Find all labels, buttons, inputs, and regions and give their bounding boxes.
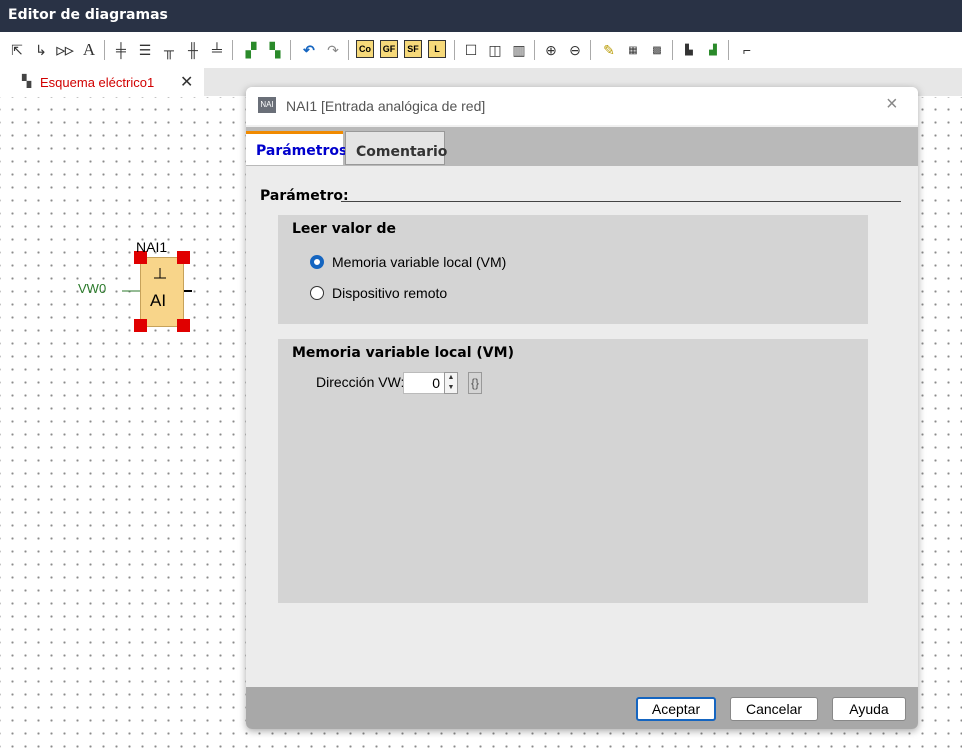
window-title: Editor de diagramas (8, 7, 168, 23)
vw-address-input[interactable]: 0 (403, 372, 445, 394)
local-vm-title: Memoria variable local (VM) (292, 345, 514, 361)
resize-handle[interactable] (177, 319, 190, 332)
align-top-icon[interactable]: ╥ (158, 40, 180, 60)
block-input-label: VW0 (78, 281, 107, 296)
parameters-dialog: NAI NAI1 [Entrada analógica de red] × Pa… (246, 87, 918, 729)
block-type-label: AI (150, 291, 167, 310)
redo-icon[interactable]: ↷ (322, 40, 344, 60)
resize-handle[interactable] (134, 319, 147, 332)
close-tab-icon[interactable]: ✕ (180, 72, 193, 92)
table-icon[interactable]: ▩ (646, 40, 668, 60)
radio-remote-device-label[interactable]: Dispositivo remoto (332, 285, 447, 301)
dialog-title: NAI1 [Entrada analógica de red] (286, 98, 486, 114)
close-icon[interactable]: × (886, 93, 898, 116)
radio-remote-device[interactable] (310, 286, 324, 300)
tab-esquema-electrico[interactable]: ▚ Esquema eléctrico1 ✕ (0, 68, 204, 97)
tab-parametros[interactable]: Parámetros (246, 131, 347, 165)
l-icon[interactable]: L (428, 40, 446, 58)
toolbar-separator (672, 40, 673, 60)
toolbar-separator (348, 40, 349, 60)
align-center-icon[interactable]: ☰ (134, 40, 156, 60)
network-icon[interactable]: ▟ (702, 40, 724, 60)
toolbar-separator (232, 40, 233, 60)
accept-button[interactable]: Aceptar (636, 697, 716, 721)
co-icon[interactable]: Co (356, 40, 374, 58)
diagram-icon: ▚ (22, 74, 32, 88)
undo-icon[interactable]: ↶ (298, 40, 320, 60)
address-browse-icon[interactable]: {} (468, 372, 482, 394)
grid-numbers-icon[interactable]: ▦ (622, 40, 644, 60)
connect-icon[interactable]: ↳ (30, 40, 52, 60)
zoom-in-icon[interactable]: ⊕ (540, 40, 562, 60)
toolbar-separator (454, 40, 455, 60)
step-icon[interactable]: ⌐ (736, 40, 758, 60)
align-middle-icon[interactable]: ╫ (182, 40, 204, 60)
dialog-tabs: Parámetros Comentario (246, 127, 918, 166)
block-icon[interactable]: ▷▷ (54, 40, 76, 60)
toolbar-separator (290, 40, 291, 60)
sf-icon[interactable]: SF (404, 40, 422, 58)
vw-address-label: Dirección VW: (316, 374, 405, 390)
select-pointer-icon[interactable]: ⇱ (6, 40, 28, 60)
bring-front-icon[interactable]: ▞ (240, 40, 262, 60)
block-name: NAI1 (136, 239, 168, 255)
align-bottom-icon[interactable]: ╧ (206, 40, 228, 60)
network-symbol-icon (154, 268, 166, 279)
three-columns-icon[interactable]: ▥ (508, 40, 530, 60)
cancel-button[interactable]: Cancelar (730, 697, 818, 721)
align-left-icon[interactable]: ╪ (110, 40, 132, 60)
radio-local-vm-label[interactable]: Memoria variable local (VM) (332, 254, 506, 270)
tab-label: Esquema eléctrico1 (40, 75, 155, 90)
group-divider (341, 201, 901, 202)
zoom-out-icon[interactable]: ⊖ (564, 40, 586, 60)
simulate-icon[interactable]: ▙ (678, 40, 700, 60)
dialog-title-bar: NAI NAI1 [Entrada analógica de red] × (246, 87, 918, 125)
toolbar-separator (728, 40, 729, 60)
edit-pen-icon[interactable]: ✎ (598, 40, 620, 60)
toolbar-separator (104, 40, 105, 60)
single-column-icon[interactable]: ☐ (460, 40, 482, 60)
read-value-section: Leer valor de Memoria variable local (VM… (278, 215, 868, 324)
dialog-footer: Aceptar Cancelar Ayuda (246, 687, 918, 729)
resize-handle[interactable] (177, 251, 190, 264)
two-columns-icon[interactable]: ◫ (484, 40, 506, 60)
gf-icon[interactable]: GF (380, 40, 398, 58)
text-icon[interactable]: A (78, 40, 100, 60)
block-type-icon: NAI (258, 97, 276, 113)
read-value-title: Leer valor de (292, 221, 396, 237)
toolbar-separator (534, 40, 535, 60)
help-button[interactable]: Ayuda (832, 697, 906, 721)
parameter-group-label: Parámetro: (260, 188, 349, 204)
window-title-bar: Editor de diagramas (0, 0, 962, 32)
radio-local-vm[interactable] (310, 255, 324, 269)
toolbar-separator (590, 40, 591, 60)
toolbar: ⇱ ↳ ▷▷ A ╪ ☰ ╥ ╫ ╧ ▞ ▚ ↶ ↷ Co GF SF L ☐ … (0, 32, 962, 69)
address-spinner[interactable]: ▲ ▼ (444, 372, 458, 394)
send-back-icon[interactable]: ▚ (264, 40, 286, 60)
tab-comentario[interactable]: Comentario (345, 131, 447, 165)
